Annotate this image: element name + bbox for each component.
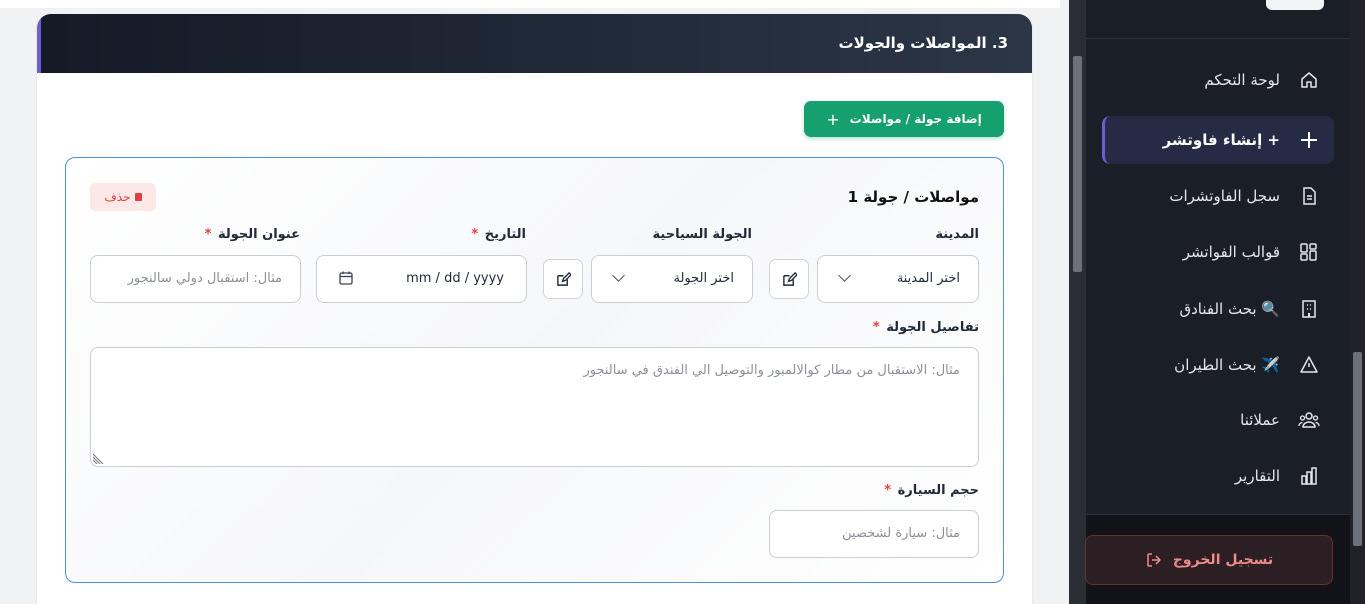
sidebar-item-label: قوالب الفواتشر: [1182, 243, 1280, 261]
tour-title-input[interactable]: مثال: استقبال دولي سالنجور: [90, 255, 301, 303]
plus-icon: [1298, 129, 1320, 151]
sidebar-item-dashboard[interactable]: لوحة التحكم: [1102, 56, 1334, 104]
tour-title: مواصلات / جولة 1: [847, 188, 979, 206]
building-icon: [1298, 298, 1320, 320]
sidebar-item-label: 🔍 بحث الفنادق: [1179, 300, 1280, 318]
city-label: المدينة: [935, 227, 979, 242]
details-label: تفاصيل الجولة *: [872, 320, 979, 335]
sidebar-item-voucher-log[interactable]: سجل الفاوتشرات: [1102, 172, 1334, 220]
sidebar-item-label: عملائنا: [1240, 411, 1280, 429]
date-input[interactable]: mm / dd / yyyy: [316, 255, 527, 303]
sidebar-item-label: + إنشاء فاوتشر: [1162, 131, 1280, 149]
edit-tour-button[interactable]: [543, 259, 583, 299]
tourist-tour-select[interactable]: اختر الجولة: [591, 255, 753, 303]
sidebar-item-templates[interactable]: قوالب الفواتشر: [1102, 228, 1334, 276]
users-icon: [1298, 409, 1320, 431]
edit-icon: [782, 271, 797, 286]
chevron-down-icon: [838, 269, 851, 282]
car-size-label: حجم السيارة *: [884, 483, 979, 498]
sidebar-item-label: سجل الفاوتشرات: [1169, 187, 1280, 205]
sidebar-item-reports[interactable]: التقارير: [1102, 452, 1334, 500]
logout-button[interactable]: تسجيل الخروج: [1085, 535, 1333, 585]
warning-icon: [1298, 354, 1320, 376]
sidebar-header: [1086, 0, 1350, 39]
grid-icon: [1298, 241, 1320, 263]
trash-icon: [134, 193, 142, 201]
car-size-input[interactable]: مثال: سيارة لشخصين: [769, 510, 979, 558]
sidebar-item-label: التقارير: [1234, 467, 1280, 485]
main-content: 3. المواصلات والجولات إضافة جولة / مواصل…: [0, 0, 1069, 604]
details-placeholder: مثال: الاستقبال من مطار كوالالمبور والتو…: [583, 363, 960, 378]
chart-icon: [1298, 465, 1320, 487]
city-select[interactable]: اختر المدينة: [817, 255, 979, 303]
sidebar-header-pill[interactable]: [1266, 0, 1324, 10]
chevron-down-icon: [612, 269, 625, 282]
delete-label: حذف: [104, 190, 131, 204]
edit-city-button[interactable]: [769, 259, 809, 299]
tour-card: مواصلات / جولة 1 حذف المدينة الجولة السي…: [65, 157, 1004, 583]
logout-label: تسجيل الخروج: [1172, 552, 1274, 568]
main-scrollbar-thumb[interactable]: [1073, 56, 1082, 272]
calendar-icon[interactable]: [339, 271, 353, 285]
car-size-placeholder: مثال: سيارة لشخصين: [842, 526, 960, 541]
section-header: 3. المواصلات والجولات: [37, 14, 1032, 73]
date-label: التاريخ *: [471, 227, 526, 242]
plus-icon: +: [826, 109, 840, 129]
date-placeholder: mm / dd / yyyy: [406, 271, 504, 286]
sidebar-item-label: ✈️ بحث الطيران: [1174, 356, 1280, 374]
sidebar-footer: تسجيل الخروج: [1085, 514, 1350, 604]
sidebar-scrollbar-thumb[interactable]: [1353, 352, 1362, 546]
sidebar-item-hotel-search[interactable]: 🔍 بحث الفنادق: [1102, 285, 1334, 333]
details-textarea[interactable]: مثال: الاستقبال من مطار كوالالمبور والتو…: [90, 347, 979, 467]
sidebar-scrollbar[interactable]: [1350, 0, 1365, 604]
edit-icon: [556, 271, 571, 286]
home-icon: [1298, 69, 1320, 91]
city-select-value: اختر المدينة: [896, 271, 960, 286]
resize-handle-icon[interactable]: [93, 452, 105, 464]
tour-title-placeholder: مثال: استقبال دولي سالنجور: [127, 271, 282, 286]
sidebar-item-label: لوحة التحكم: [1204, 71, 1280, 89]
add-tour-label: إضافة جولة / مواصلات: [849, 112, 982, 126]
tourist-tour-label: الجولة السياحية: [652, 227, 752, 242]
tourist-tour-select-value: اختر الجولة: [673, 271, 735, 286]
document-icon: [1298, 185, 1320, 207]
main-scrollbar[interactable]: [1069, 0, 1086, 604]
tour-title-label: عنوان الجولة *: [204, 227, 300, 242]
delete-tour-button[interactable]: حذف: [90, 183, 156, 211]
top-strip: [0, 0, 1060, 8]
sidebar-item-clients[interactable]: عملائنا: [1102, 396, 1334, 444]
section-title: 3. المواصلات والجولات: [838, 34, 1008, 52]
logout-icon: [1147, 553, 1161, 567]
sidebar: لوحة التحكم + إنشاء فاوتشر سجل الفاوتشرا…: [1085, 0, 1350, 604]
add-tour-button[interactable]: إضافة جولة / مواصلات +: [804, 101, 1004, 137]
sidebar-item-create-voucher[interactable]: + إنشاء فاوتشر: [1102, 116, 1334, 164]
transport-section-card: 3. المواصلات والجولات إضافة جولة / مواصل…: [37, 14, 1032, 604]
sidebar-item-flight-search[interactable]: ✈️ بحث الطيران: [1102, 341, 1334, 389]
